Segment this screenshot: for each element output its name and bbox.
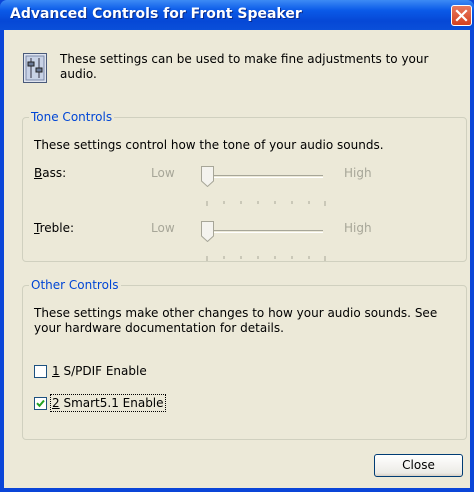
other-controls-description: These settings make other changes to how… <box>34 306 438 335</box>
title-bar[interactable]: Advanced Controls for Front Speaker <box>0 0 474 30</box>
mixer-icon <box>23 53 47 87</box>
intro-text: These settings can be used to make fine … <box>60 52 429 81</box>
treble-slider-ticks <box>204 247 329 266</box>
treble-label: Treble: <box>34 221 75 235</box>
treble-low-label: Low <box>151 221 175 235</box>
close-icon[interactable] <box>451 5 472 26</box>
spdif-enable-checkbox[interactable] <box>34 365 47 378</box>
treble-slider-track[interactable] <box>201 230 323 233</box>
dialog-window: Advanced Controls for Front Speaker Thes… <box>0 0 474 492</box>
close-button[interactable]: Close <box>374 454 463 477</box>
bass-high-label: High <box>344 166 372 180</box>
bass-slider-ticks <box>204 192 329 211</box>
smart51-enable-label[interactable]: 2 Smart5.1 Enable <box>50 394 166 412</box>
bass-low-label: Low <box>151 166 175 180</box>
other-controls-legend: Other Controls <box>29 278 121 293</box>
bass-slider-track[interactable] <box>201 175 323 178</box>
tone-controls-legend: Tone Controls <box>29 110 115 125</box>
treble-high-label: High <box>344 221 372 235</box>
window-title: Advanced Controls for Front Speaker <box>10 6 302 22</box>
bass-slider-thumb[interactable] <box>201 166 214 191</box>
dialog-body: These settings can be used to make fine … <box>4 30 470 488</box>
spdif-enable-label[interactable]: 1 S/PDIF Enable <box>52 364 147 378</box>
treble-slider-thumb[interactable] <box>201 221 214 246</box>
bass-label: Bass: <box>34 166 67 180</box>
window-bottom-edge <box>0 488 474 492</box>
tone-controls-description: These settings control how the tone of y… <box>34 138 384 152</box>
smart51-enable-checkbox[interactable] <box>34 397 47 410</box>
